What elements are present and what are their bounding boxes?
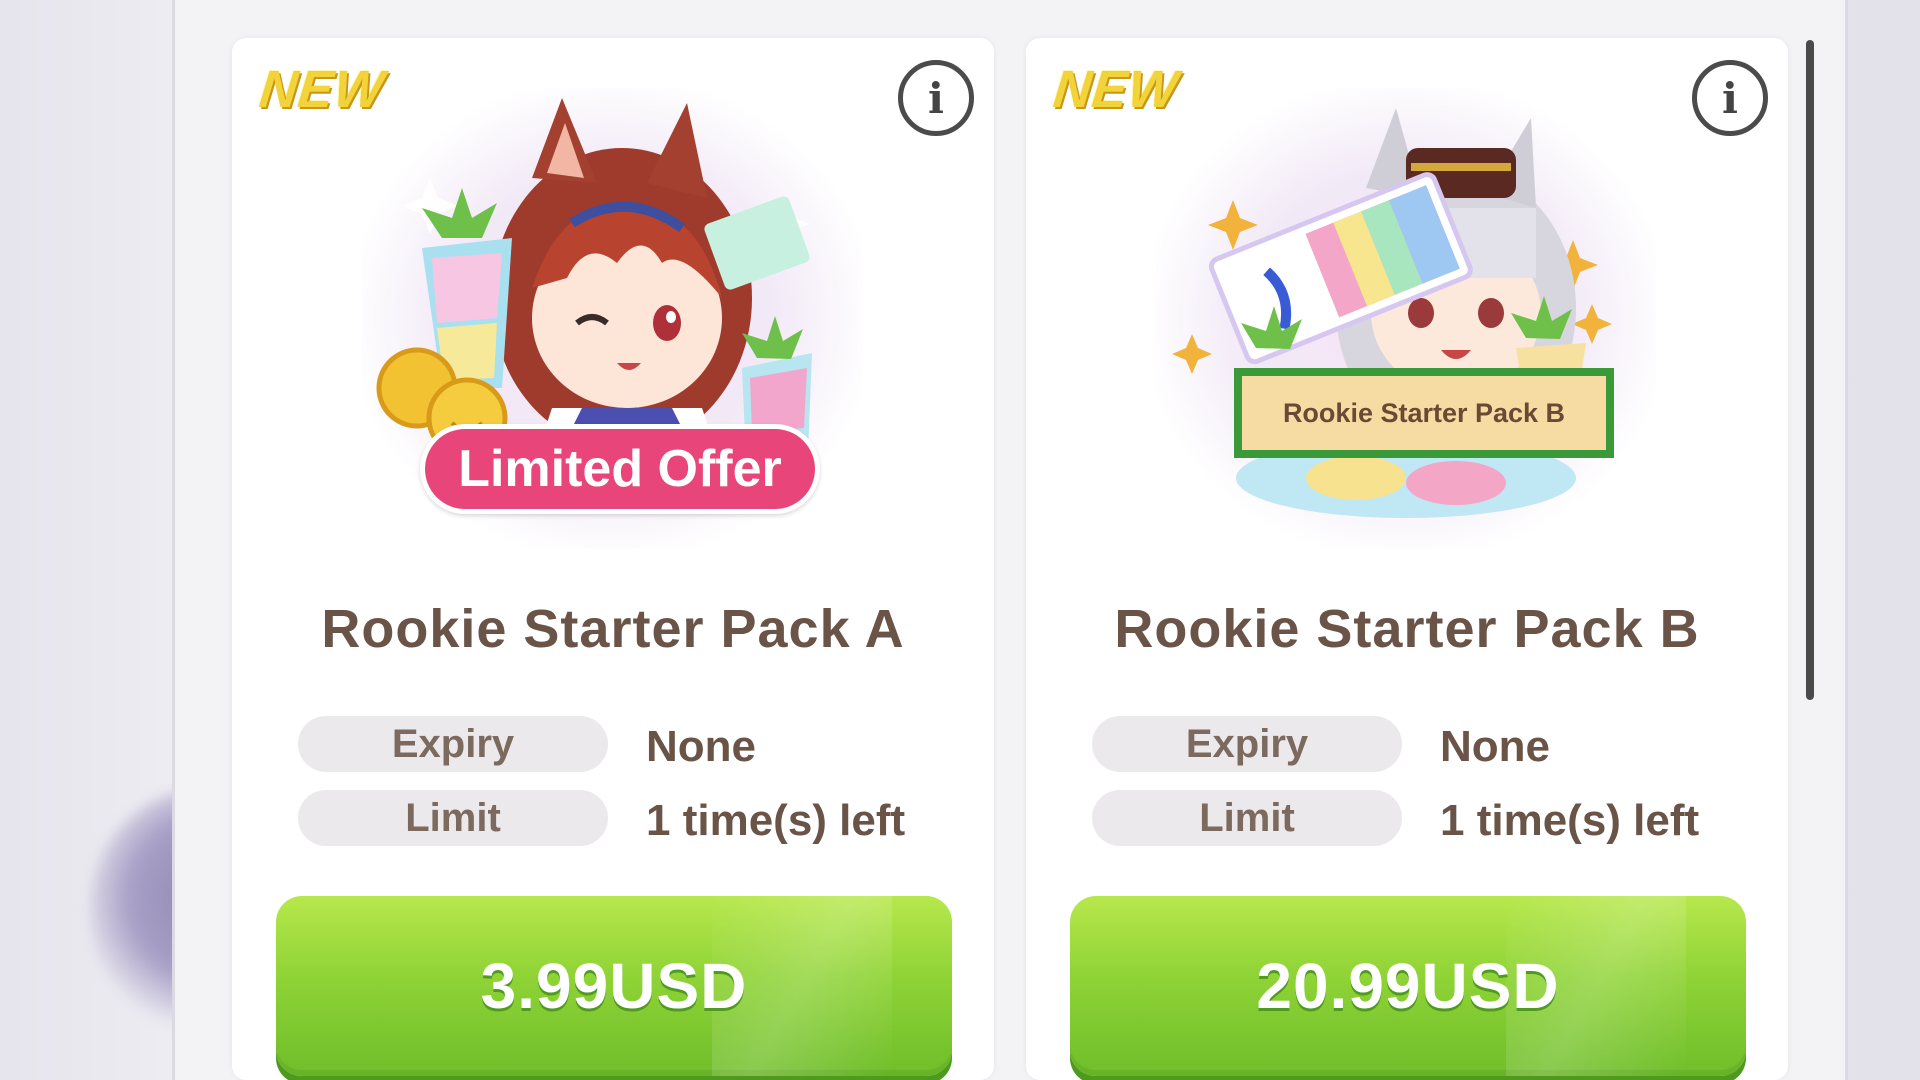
price-label: 3.99USD [480, 950, 748, 1022]
pack-name-banner: Rookie Starter Pack B [1234, 368, 1614, 458]
pack-b-illustration [1156, 88, 1656, 548]
expiry-label: Expiry [1092, 716, 1402, 772]
limit-label: Limit [1092, 790, 1402, 846]
price-label: 20.99USD [1256, 950, 1560, 1022]
limit-label: Limit [298, 790, 608, 846]
scrollbar[interactable] [1806, 40, 1814, 700]
product-card-rookie-pack-b: NEW i Rookie Starter Pack B Rookie Start… [1026, 38, 1788, 1080]
expiry-value: None [646, 722, 756, 771]
info-icon[interactable]: i [1692, 60, 1768, 136]
limit-value: 1 time(s) left [1440, 796, 1700, 845]
product-title: Rookie Starter Pack B [1114, 599, 1700, 659]
buy-button-pack-a[interactable]: 3.99USD [276, 896, 952, 1076]
expiry-label: Expiry [298, 716, 608, 772]
limit-value: 1 time(s) left [646, 796, 906, 845]
expiry-value: None [1440, 722, 1550, 771]
product-card-rookie-pack-a: NEW i Limited Offer Rookie Starter Pack … [232, 38, 994, 1080]
limited-offer-badge: Limited Offer [420, 424, 820, 514]
product-title: Rookie Starter Pack A [321, 599, 905, 659]
info-icon[interactable]: i [898, 60, 974, 136]
character-art [1172, 108, 1612, 518]
buy-button-pack-b[interactable]: 20.99USD [1070, 896, 1746, 1076]
